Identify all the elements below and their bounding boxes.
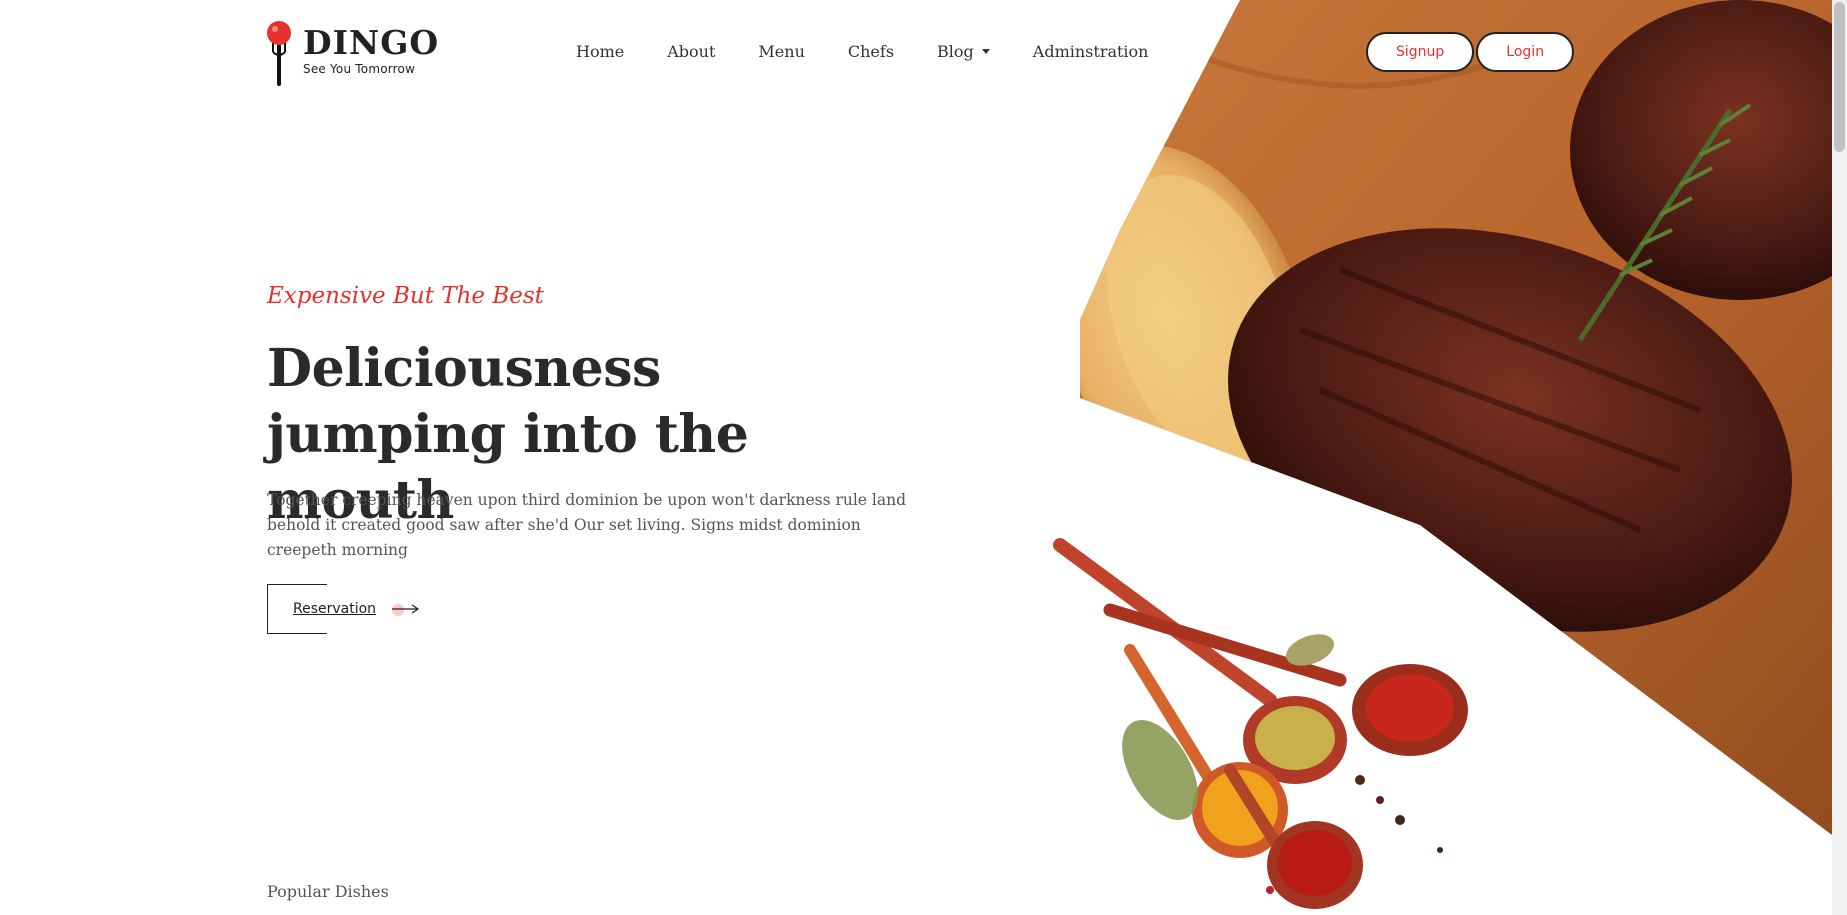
scrollbar[interactable] — [1832, 0, 1847, 915]
login-button[interactable]: Login — [1476, 32, 1575, 72]
reservation-button[interactable]: Reservation — [267, 584, 422, 634]
steak-hero-image — [1053, 0, 1832, 909]
nav-item-menu[interactable]: Menu — [758, 42, 804, 61]
signup-button[interactable]: Signup — [1366, 32, 1475, 72]
scrollbar-thumb[interactable] — [1834, 2, 1845, 152]
nav-item-home[interactable]: Home — [576, 42, 624, 61]
main-nav: Home About Menu Chefs Blog Adminstration — [576, 42, 1191, 61]
hero-description: Together creeping heaven upon third domi… — [267, 491, 907, 559]
brand-name: DINGO — [303, 23, 440, 62]
arrow-right-icon — [392, 604, 420, 616]
fork-tomato-icon — [267, 21, 291, 86]
reservation-label: Reservation — [293, 601, 377, 617]
nav-item-blog[interactable]: Blog — [937, 42, 990, 61]
nav-item-about[interactable]: About — [667, 42, 715, 61]
nav-item-chefs[interactable]: Chefs — [848, 42, 894, 61]
chevron-down-icon — [981, 49, 990, 54]
brand-tagline: See You Tomorrow — [303, 62, 416, 76]
nav-item-blog-label: Blog — [937, 42, 974, 61]
auth-buttons: Signup Login — [1366, 32, 1576, 72]
nav-item-administration[interactable]: Adminstration — [1033, 42, 1149, 61]
brand-logo[interactable]: DINGO See You Tomorrow — [267, 20, 439, 86]
popular-dishes-heading: Popular Dishes — [267, 882, 389, 901]
hero-subtitle: Expensive But The Best — [267, 283, 544, 309]
